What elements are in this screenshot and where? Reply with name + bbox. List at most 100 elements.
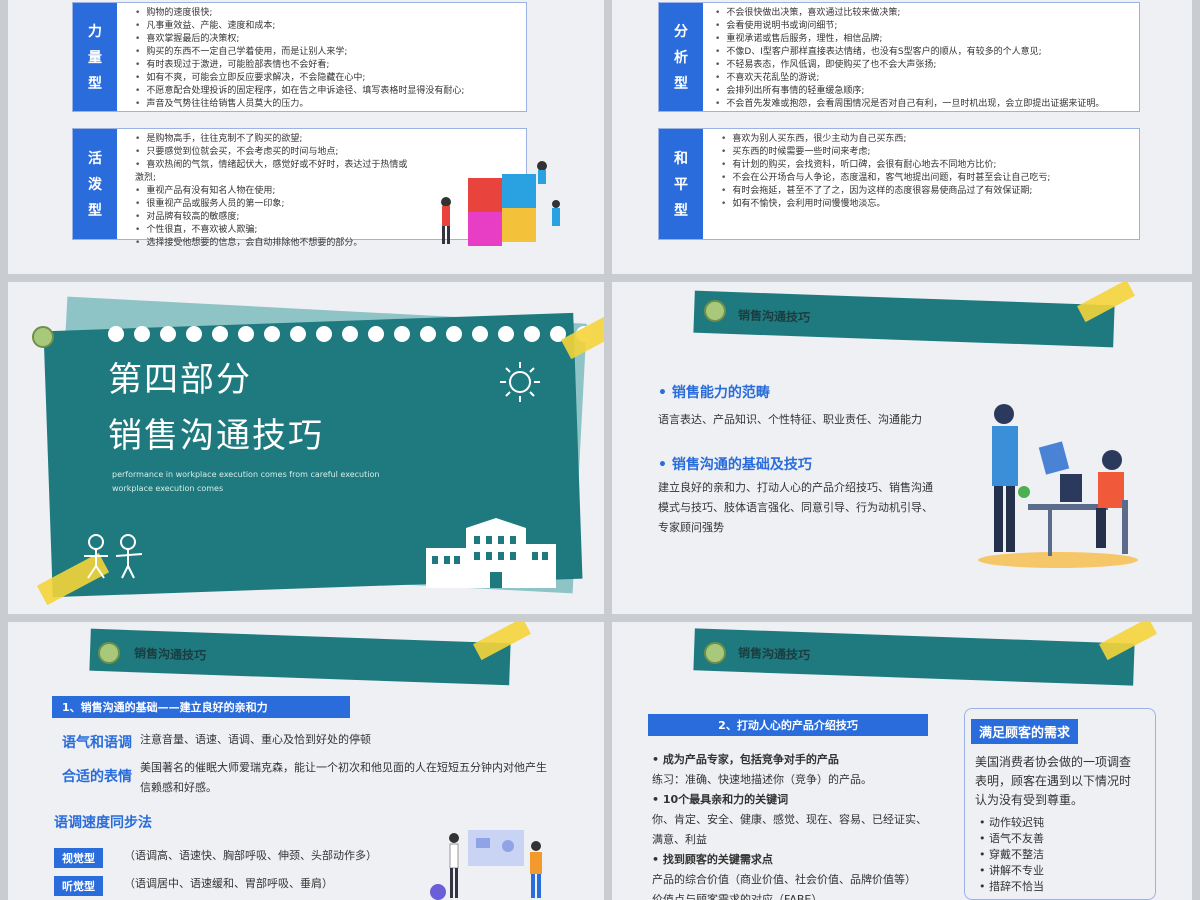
- subtitle-line: workplace execution comes: [112, 484, 224, 493]
- subtitle-line: performance in workplace execution comes…: [112, 470, 380, 479]
- slide-section-cover[interactable]: 第四部分 销售沟通技巧 performance in workplace exe…: [8, 282, 604, 614]
- list-item: 喜欢掌握最后的决策权;: [135, 33, 464, 46]
- list-item: 购买的东西不一定自己学着使用，而是让别人来学;: [135, 46, 464, 59]
- pushpin-icon: [98, 642, 120, 664]
- list-item: 是购物高手，往往克制不了购买的欲望;: [135, 133, 409, 146]
- tone-text: 注意音量、语速、语调、重心及恰到好处的停顿: [140, 733, 371, 746]
- list-item: 不会在公开场合与人争论，态度温和，客气地提出问题，有时甚至会让自己吃亏;: [721, 172, 1055, 185]
- scope-text: 语言表达、产品知识、个性特征、职业责任、沟通能力: [658, 413, 922, 426]
- tag-char: 型: [674, 203, 688, 219]
- list-item: 很重视产品或服务人员的第一印象;: [135, 198, 409, 211]
- header-banner: 销售沟通技巧: [89, 628, 511, 686]
- needs-title: 满足顾客的需求: [971, 719, 1079, 744]
- list-item: 购物的速度很快;: [135, 7, 464, 20]
- point-text: 10个最具亲和力的关键词: [662, 793, 789, 806]
- trait-list: 购物的速度很快; 凡事重效益、产能、速度和成本; 喜欢掌握最后的决策权; 购买的…: [117, 3, 472, 111]
- section-bar: 1、销售沟通的基础——建立良好的亲和力: [52, 696, 350, 718]
- list-item: 有计划的购买，会找资料，听口碑，会很有耐心地去不同地方比价;: [721, 159, 1055, 172]
- slide-personality-1[interactable]: 力 量 型 购物的速度很快; 凡事重效益、产能、速度和成本; 喜欢掌握最后的决策…: [8, 0, 604, 274]
- list-item: 如有不爽，可能会立即反应要求解决，不会隐藏在心中;: [135, 72, 464, 85]
- needs-list: • 动作较迟钝 • 语气不友善 • 穿戴不整洁 • 讲解不专业 • 措辞不恰当: [979, 815, 1044, 895]
- tag-char: 型: [88, 203, 102, 219]
- list-item: • 动作较迟钝: [979, 816, 1044, 829]
- card-tag: 分 析 型: [659, 3, 703, 111]
- banner-title: 销售沟通技巧: [737, 308, 811, 325]
- section-title: 销售沟通技巧: [108, 416, 324, 456]
- tag-char: 析: [674, 50, 688, 66]
- card-tag: 活 泼 型: [73, 129, 117, 239]
- list-item: 会看使用说明书或询问细节;: [715, 20, 1104, 33]
- list-item-text: 语气不友善: [989, 832, 1044, 845]
- slide-rapport-building[interactable]: 销售沟通技巧 1、销售沟通的基础——建立良好的亲和力 语气和语调 注意音量、语速…: [8, 622, 604, 900]
- point-detail: 满意、利益: [652, 833, 707, 846]
- list-item: 不会很快做出决策，喜欢通过比较来做决策;: [715, 7, 1104, 20]
- list-item-text: 动作较迟钝: [989, 816, 1044, 829]
- tag-char: 泼: [88, 177, 102, 193]
- trait-list: 是购物高手，往往克制不了购买的欲望; 只要感觉到位就会买，不会考虑买的时间与地点…: [117, 129, 417, 248]
- list-item: 不轻易表态，作风低调，即使购买了也不会大声张扬;: [715, 59, 1104, 72]
- kids-doodle-icon: [84, 534, 143, 579]
- banner-title: 销售沟通技巧: [133, 646, 207, 663]
- list-item-text: 穿戴不整洁: [989, 848, 1044, 861]
- slide-sales-ability[interactable]: 销售沟通技巧 • 销售能力的范畴 语言表达、产品知识、个性特征、职业责任、沟通能…: [612, 282, 1192, 614]
- list-item: 喜欢热闹的气氛，情绪起伏大，感觉好或不好时，表达过于热情或激烈;: [135, 159, 409, 185]
- tag-char: 活: [88, 151, 102, 167]
- customer-needs-box: 满足顾客的需求 美国消费者协会做的一项调查 表明，顾客在遇到以下情况时 认为没有…: [964, 708, 1156, 900]
- slide-personality-2[interactable]: 分 析 型 不会很快做出决策，喜欢通过比较来做决策; 会看使用说明书或询问细节;…: [612, 0, 1192, 274]
- basics-text: 建立良好的亲和力、打动人心的产品介绍技巧、销售沟通 模式与技巧、肢体语言强化、同…: [658, 478, 933, 538]
- point-text: 找到顾客的关键需求点: [662, 853, 773, 866]
- list-item: • 穿戴不整洁: [979, 848, 1044, 861]
- list-item: 声音及气势往往给销售人员莫大的压力。: [135, 98, 464, 111]
- section-number-title: 第四部分: [108, 360, 252, 400]
- point-detail: 你、肯定、安全、健康、感觉、现在、容易、已经证实、: [652, 813, 927, 826]
- tag-char: 型: [88, 76, 102, 92]
- school-building-icon: [426, 518, 556, 588]
- list-item: 只要感觉到位就会买，不会考虑买的时间与地点;: [135, 146, 409, 159]
- presentation-illustration: [430, 830, 542, 900]
- expression-text: 美国著名的催眠大师爱瑞克森，能让一个初次和他见面的人在短短五分钟内对他产生 信赖…: [140, 758, 580, 798]
- tag-char: 力: [88, 24, 102, 40]
- text-line: 信赖感和好感。: [140, 781, 217, 794]
- list-item: • 讲解不专业: [979, 864, 1044, 877]
- visual-type-tag: 视觉型: [54, 848, 103, 868]
- list-item: 对品牌有较高的敏感度;: [135, 211, 409, 224]
- pushpin-icon: [704, 642, 726, 664]
- text-line: 美国著名的催眠大师爱瑞克森，能让一个初次和他见面的人在短短五分钟内对他产生: [140, 761, 547, 774]
- list-item: 喜欢为别人买东西，很少主动为自己买东西;: [721, 133, 1055, 146]
- card-power-type: 力 量 型 购物的速度很快; 凡事重效益、产能、速度和成本; 喜欢掌握最后的决策…: [72, 2, 527, 112]
- sun-icon: [500, 362, 540, 402]
- sync-method-heading: 语调速度同步法: [54, 815, 152, 831]
- list-item: 买东西的时候需要一些时间来考虑;: [721, 146, 1055, 159]
- tag-char: 平: [674, 177, 688, 193]
- point-heading: • 成为产品专家，包括竞争对手的产品: [652, 753, 839, 766]
- card-tag: 和 平 型: [659, 129, 703, 239]
- text-line: 认为没有受到尊重。: [975, 793, 1084, 807]
- list-item: 不喜欢天花乱坠的游说;: [715, 72, 1104, 85]
- card-analytic-type: 分 析 型 不会很快做出决策，喜欢通过比较来做决策; 会看使用说明书或询问细节;…: [658, 2, 1140, 112]
- needs-intro: 美国消费者协会做的一项调查 表明，顾客在遇到以下情况时 认为没有受到尊重。: [975, 753, 1131, 810]
- text-line: 专家顾问强势: [658, 521, 724, 534]
- text-line: 模式与技巧、肢体语言强化、同意引导、行为动机引导、: [658, 501, 933, 514]
- ring-holes: [108, 326, 592, 342]
- list-item: 不愿意配合处理投诉的固定程序，如在告之申诉途径、填写表格时显得没有耐心;: [135, 85, 464, 98]
- text-line: 美国消费者协会做的一项调查: [975, 755, 1132, 769]
- point-detail: 练习：准确、快速地描述你（竞争）的产品。: [652, 773, 872, 786]
- product-intro-list: • 成为产品专家，包括竞争对手的产品 练习：准确、快速地描述你（竞争）的产品。 …: [652, 750, 952, 900]
- list-item-text: 讲解不专业: [989, 864, 1044, 877]
- list-item: 重视承诺或售后服务，理性，相信品牌;: [715, 33, 1104, 46]
- tag-char: 量: [88, 50, 102, 66]
- section-bar: 2、打动人心的产品介绍技巧: [648, 714, 928, 736]
- heading-text: 销售能力的范畴: [671, 385, 770, 401]
- slide-product-intro[interactable]: 销售沟通技巧 2、打动人心的产品介绍技巧 • 成为产品专家，包括竞争对手的产品 …: [612, 622, 1192, 900]
- list-item: 有时会拖延，甚至不了了之，因为这样的态度很容易使商品过了有效保证期;: [721, 185, 1055, 198]
- trait-list: 不会很快做出决策，喜欢通过比较来做决策; 会看使用说明书或询问细节; 重视承诺或…: [703, 3, 1112, 111]
- expression-heading: 合适的表情: [62, 769, 132, 785]
- heading-communication-basics: • 销售沟通的基础及技巧: [658, 457, 812, 473]
- tag-char: 分: [674, 24, 688, 40]
- banner-title: 销售沟通技巧: [737, 645, 811, 663]
- tag-char: 型: [674, 76, 688, 92]
- pushpin-icon: [704, 300, 726, 322]
- text-line: 建立良好的亲和力、打动人心的产品介绍技巧、销售沟通: [658, 481, 933, 494]
- auditory-type-text: （语调居中、语速缓和、胃部呼吸、垂肩）: [124, 877, 333, 890]
- list-item: 如有不愉快，会利用时间慢慢地淡忘。: [721, 198, 1055, 211]
